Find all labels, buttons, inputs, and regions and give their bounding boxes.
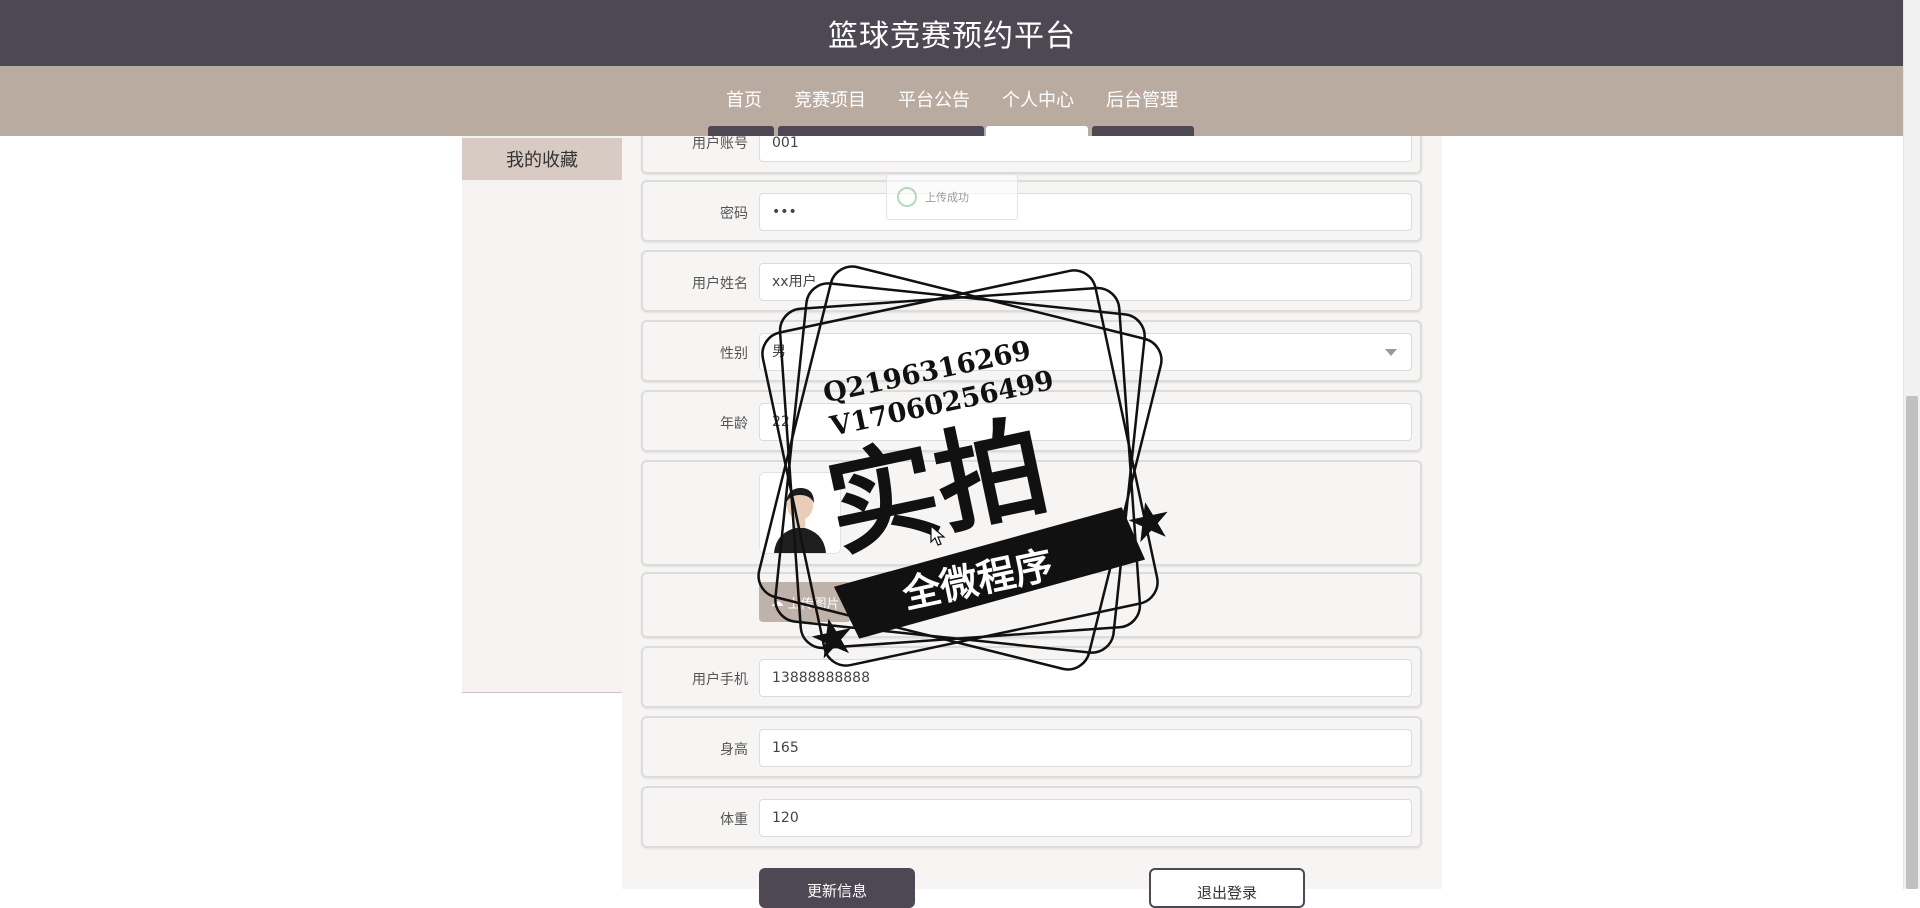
nav-admin[interactable]: 后台管理 (1090, 73, 1194, 129)
row-phone: 用户手机 13888888888 (641, 646, 1422, 708)
gender-value: 男 (772, 344, 786, 360)
update-info-button[interactable]: 更新信息 (759, 868, 915, 908)
success-icon (897, 187, 917, 207)
weight-label: 体重 (720, 812, 748, 828)
row-height: 身高 165 (641, 716, 1422, 778)
phone-input[interactable]: 13888888888 (759, 659, 1412, 697)
age-input[interactable]: 22 (759, 403, 1412, 441)
page-scrollbar[interactable] (1903, 0, 1920, 889)
password-input[interactable]: ••• (759, 193, 1412, 231)
upload-label: 上传图片 (787, 596, 840, 612)
mouse-cursor-icon (930, 524, 946, 551)
sidebar-item-favorites[interactable]: 我的收藏 (462, 138, 622, 180)
nav-announcements[interactable]: 平台公告 (882, 73, 986, 129)
gender-label: 性别 (720, 346, 748, 362)
name-input[interactable]: xx用户 (759, 263, 1412, 301)
sidebar: 我的收藏 (462, 136, 622, 693)
avatar-image (760, 473, 840, 553)
age-label: 年龄 (720, 416, 748, 432)
nav-home[interactable]: 首页 (710, 73, 778, 129)
row-avatar (641, 460, 1422, 566)
nav-personal-center[interactable]: 个人中心 (986, 73, 1090, 129)
chevron-down-icon (1385, 349, 1397, 356)
row-upload: ☁ 上传图片 (641, 572, 1422, 638)
site-header: 篮球竞赛预约平台 (0, 0, 1904, 66)
cloud-upload-icon: ☁ (770, 594, 784, 610)
password-label: 密码 (720, 206, 748, 222)
gender-select[interactable]: 男 (759, 333, 1412, 371)
name-label: 用户姓名 (692, 276, 748, 292)
row-weight: 体重 120 (641, 786, 1422, 848)
tab-strip-active (986, 126, 1088, 136)
weight-input[interactable]: 120 (759, 799, 1412, 837)
logout-button[interactable]: 退出登录 (1149, 868, 1305, 908)
height-label: 身高 (720, 742, 748, 758)
tab-strip (708, 126, 774, 136)
toast-text: 上传成功 (925, 191, 969, 204)
upload-button[interactable]: ☁ 上传图片 (759, 582, 851, 622)
upload-success-toast: 上传成功 (886, 174, 1018, 220)
tab-strip (1092, 126, 1194, 136)
avatar[interactable] (759, 472, 841, 554)
tab-strip (778, 126, 984, 136)
row-age: 年龄 22 (641, 390, 1422, 452)
account-label: 用户账号 (692, 136, 748, 152)
site-title: 篮球竞赛预约平台 (828, 19, 1076, 54)
scrollbar-thumb[interactable] (1906, 396, 1918, 889)
phone-label: 用户手机 (692, 672, 748, 688)
row-gender: 性别 男 (641, 320, 1422, 382)
row-name: 用户姓名 xx用户 (641, 250, 1422, 312)
row-password: 密码 ••• (641, 180, 1422, 242)
height-input[interactable]: 165 (759, 729, 1412, 767)
nav-competitions[interactable]: 竞赛项目 (778, 73, 882, 129)
main-nav: 首页 竞赛项目 平台公告 个人中心 后台管理 (0, 66, 1904, 136)
